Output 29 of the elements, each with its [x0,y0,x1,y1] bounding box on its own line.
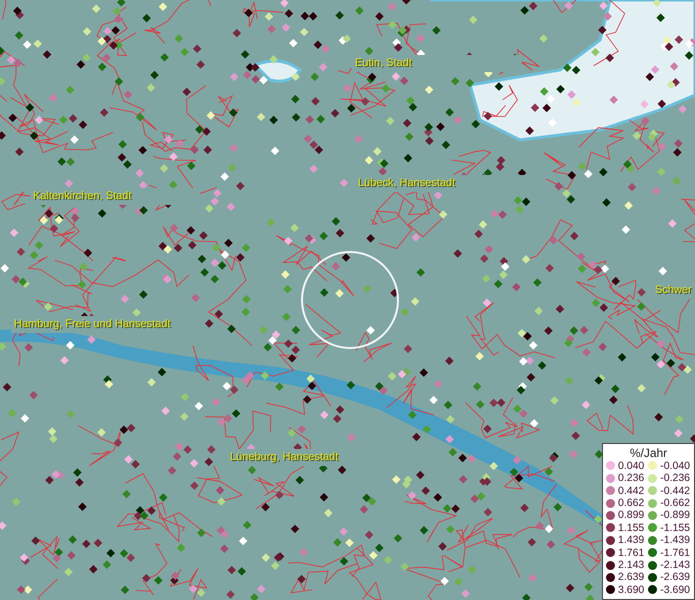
legend-label: 0.899 [618,509,644,522]
legend-label: 3.690 [618,584,644,596]
legend-label: -0.236 [660,472,690,484]
legend-label: 2.143 [618,559,644,572]
legend-label: 1.155 [618,522,644,534]
legend-label: -1.439 [660,534,690,546]
legend-label: 0.040 [618,460,644,472]
legend-label: -2.639 [660,571,690,584]
place-label: Eutin, Stadt [355,57,412,69]
legend-label: 2.639 [618,571,644,584]
legend-label: 0.442 [618,484,644,497]
legend-title: %/Jahr [630,446,668,460]
legend-label: 1.761 [618,546,644,559]
legend-label: -0.040 [660,460,690,472]
place-label: Lüneburg, Hansestadt [230,451,338,463]
place-label: Lübeck, Hansestadt [358,177,456,189]
legend-label: 1.439 [618,534,644,546]
legend-label: -2.143 [660,559,690,572]
legend-label: -0.899 [660,509,690,522]
legend-label: 0.236 [618,472,644,484]
legend-label: -3.690 [660,584,690,596]
place-label: Kaltenkirchen, Stadt [33,190,132,202]
place-label: Hamburg, Freie und Hansestadt [14,318,171,330]
legend-label: -0.442 [660,484,690,497]
legend-label: 0.662 [618,497,644,510]
legend-label: -0.662 [660,497,690,510]
legend-label: -1.155 [660,522,690,534]
place-label: Schwer [655,284,692,296]
legend-label: -1.761 [660,546,690,559]
